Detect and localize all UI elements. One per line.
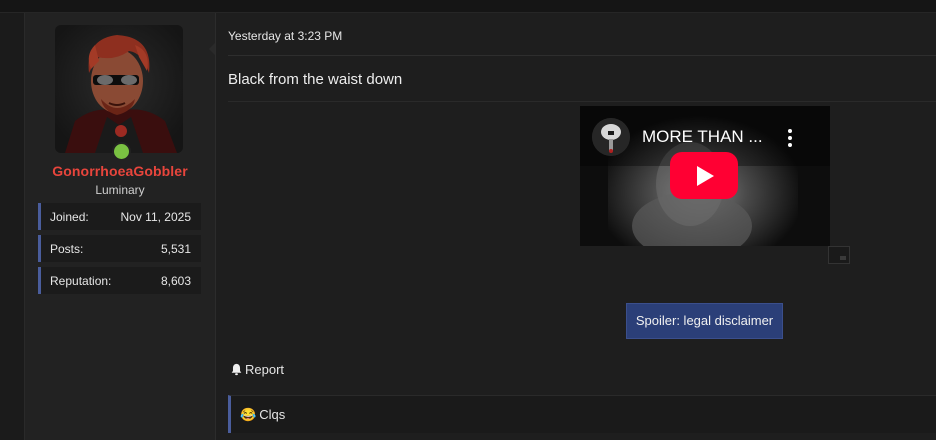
channel-avatar-icon[interactable] <box>592 118 630 156</box>
top-strip <box>0 0 936 13</box>
forum-post: GonorrhoeaGobbler Luminary Joined: Nov 1… <box>24 13 936 440</box>
divider <box>228 101 936 102</box>
video-embed[interactable]: MORE THAN ... <box>580 106 830 246</box>
stat-value: 5,531 <box>160 241 191 256</box>
youtube-play-button[interactable] <box>670 152 738 199</box>
play-icon <box>697 166 714 186</box>
stat-value: Nov 11, 2025 <box>120 209 192 224</box>
user-info-column: GonorrhoeaGobbler Luminary Joined: Nov 1… <box>25 13 216 440</box>
post-message: Black from the waist down <box>228 71 403 88</box>
stat-label: Reputation: <box>50 273 112 288</box>
stat-value: 8,603 <box>160 273 191 288</box>
reactions-bar[interactable]: 😂 Clqs <box>228 395 936 433</box>
message-arrow <box>209 43 215 55</box>
stat-joined: Joined: Nov 11, 2025 <box>38 203 201 230</box>
username[interactable]: GonorrhoeaGobbler <box>25 163 215 179</box>
online-status-dot <box>112 142 131 161</box>
stat-label: Posts: <box>50 241 84 256</box>
stat-label: Joined: <box>50 209 89 224</box>
post-timestamp[interactable]: Yesterday at 3:23 PM <box>228 29 342 43</box>
post-content: Yesterday at 3:23 PM Black from the wais… <box>216 13 936 440</box>
stat-reputation: Reputation: 8,603 <box>38 267 201 294</box>
avatar[interactable] <box>55 25 183 153</box>
vertical-dots-icon[interactable] <box>786 128 794 148</box>
octopus-character-icon <box>592 118 630 156</box>
user-title: Luminary <box>95 183 145 197</box>
report-label: Report <box>245 362 285 377</box>
bell-icon <box>231 363 242 376</box>
video-title[interactable]: MORE THAN ... <box>642 127 763 147</box>
expand-icon[interactable] <box>828 246 850 264</box>
spoiler-button[interactable]: Spoiler: legal disclaimer <box>626 303 783 339</box>
reaction-users[interactable]: Clqs <box>259 407 285 422</box>
report-link[interactable]: Report <box>230 362 284 377</box>
divider <box>228 55 936 56</box>
laughing-emoji-icon: 😂 <box>240 406 257 422</box>
avatar-illustration <box>55 25 183 153</box>
stat-posts: Posts: 5,531 <box>38 235 201 262</box>
